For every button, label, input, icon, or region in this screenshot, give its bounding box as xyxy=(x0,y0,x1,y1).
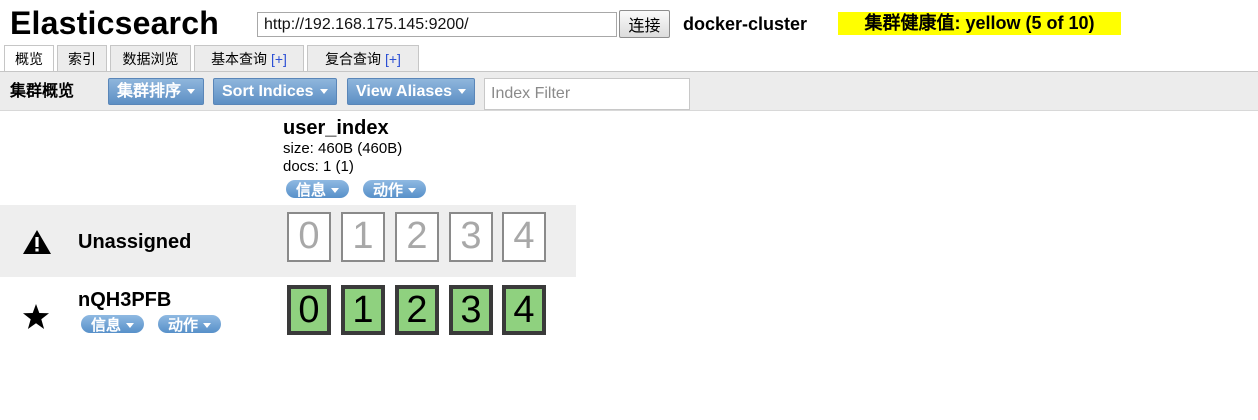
star-icon xyxy=(23,304,49,329)
tab-plus: [+] xyxy=(384,51,401,67)
tab-overview[interactable]: 概览 xyxy=(4,45,54,72)
tab-compound-query[interactable]: 复合查询 [+] xyxy=(307,45,419,71)
toolbar: 集群概览 集群排序 Sort Indices View Aliases xyxy=(0,71,1258,111)
index-info-button[interactable]: 信息 xyxy=(286,180,350,198)
node-name: nQH3PFB xyxy=(78,289,172,311)
tab-label: 索引 xyxy=(68,51,96,67)
sort-indices-button[interactable]: Sort Indices xyxy=(213,78,337,105)
node-action-button[interactable]: 动作 xyxy=(158,315,222,333)
index-size: size: 460B (460B) xyxy=(283,140,403,157)
caret-down-icon xyxy=(187,89,196,95)
node-shard-3[interactable]: 3 xyxy=(449,285,493,335)
cluster-health-badge: 集群健康值: yellow (5 of 10) xyxy=(838,12,1121,35)
unassigned-shard-2[interactable]: 2 xyxy=(395,212,439,262)
tab-bar: 概览 索引 数据浏览 基本查询 [+] 复合查询 [+] xyxy=(0,45,1258,72)
sort-indices-label: Sort Indices xyxy=(222,83,314,100)
unassigned-shard-0[interactable]: 0 xyxy=(287,212,331,262)
connect-button[interactable]: 连接 xyxy=(619,10,670,38)
tab-basic-query[interactable]: 基本查询 [+] xyxy=(194,45,304,71)
caret-down-icon xyxy=(203,323,212,328)
action-label: 动作 xyxy=(168,317,199,333)
caret-down-icon xyxy=(408,188,417,193)
index-filter-input[interactable] xyxy=(484,78,690,110)
caret-down-icon xyxy=(331,188,340,193)
cluster-name: docker-cluster xyxy=(683,14,808,34)
app-title: Elasticsearch xyxy=(10,5,219,41)
unassigned-label: Unassigned xyxy=(78,231,192,253)
node-shard-1[interactable]: 1 xyxy=(341,285,385,335)
node-shard-2[interactable]: 2 xyxy=(395,285,439,335)
node-shard-0[interactable]: 0 xyxy=(287,285,331,335)
view-aliases-button[interactable]: View Aliases xyxy=(347,78,476,105)
caret-down-icon xyxy=(458,89,467,95)
tab-plus: [+] xyxy=(270,51,287,67)
sort-cluster-button[interactable]: 集群排序 xyxy=(108,78,205,105)
node-shard-4[interactable]: 4 xyxy=(502,285,546,335)
tab-label: 概览 xyxy=(15,51,43,67)
info-label: 信息 xyxy=(91,317,122,333)
overview-label: 集群概览 xyxy=(10,83,75,100)
warning-icon xyxy=(23,230,51,254)
url-input[interactable] xyxy=(257,12,617,37)
node-info-button[interactable]: 信息 xyxy=(81,315,145,333)
caret-down-icon xyxy=(126,323,135,328)
view-aliases-label: View Aliases xyxy=(356,83,453,100)
tab-label: 复合查询 xyxy=(325,51,382,67)
sort-cluster-label: 集群排序 xyxy=(117,83,182,100)
tab-indices[interactable]: 索引 xyxy=(57,45,107,71)
tab-label: 基本查询 xyxy=(211,51,268,67)
tab-browser[interactable]: 数据浏览 xyxy=(110,45,191,71)
index-docs: docs: 1 (1) xyxy=(283,158,354,175)
tab-label: 数据浏览 xyxy=(122,51,179,67)
unassigned-shard-1[interactable]: 1 xyxy=(341,212,385,262)
index-name: user_index xyxy=(283,117,389,139)
unassigned-shard-3[interactable]: 3 xyxy=(449,212,493,262)
unassigned-shard-4[interactable]: 4 xyxy=(502,212,546,262)
caret-down-icon xyxy=(319,89,328,95)
info-label: 信息 xyxy=(296,182,327,198)
index-action-button[interactable]: 动作 xyxy=(363,180,427,198)
action-label: 动作 xyxy=(373,182,404,198)
